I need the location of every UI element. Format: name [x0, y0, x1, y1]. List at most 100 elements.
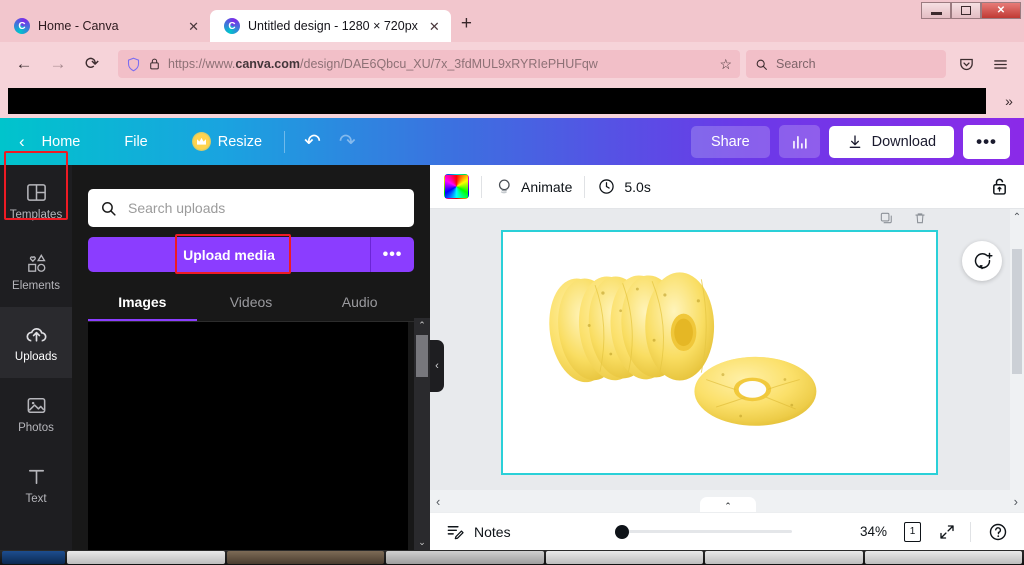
help-icon[interactable] [988, 522, 1008, 542]
toggle-page-panel-button[interactable]: ⌃ [700, 497, 756, 512]
close-icon[interactable]: ✕ [426, 20, 443, 33]
duplicate-page-icon[interactable] [879, 211, 893, 228]
browser-search-placeholder: Search [776, 57, 816, 71]
duration-button[interactable]: 5.0s [597, 177, 651, 196]
sidebar-item-photos[interactable]: Photos [0, 378, 72, 449]
browser-titlebar: C Home - Canva ✕ C Untitled design - 128… [0, 0, 1024, 42]
zoom-slider-track[interactable] [625, 530, 792, 533]
more-options-button[interactable]: ••• [963, 124, 1010, 159]
pineapple-slices-photo [549, 272, 817, 426]
animate-button[interactable]: Animate [494, 177, 572, 196]
browser-tab-1[interactable]: C Home - Canva ✕ [0, 10, 210, 42]
minimize-button[interactable] [921, 2, 951, 19]
vertical-scrollbar-thumb[interactable] [1012, 249, 1022, 374]
add-comment-icon[interactable] [962, 241, 1002, 281]
resize-button[interactable]: Resize [180, 126, 274, 157]
sidebar-item-templates[interactable]: Templates [0, 165, 72, 236]
file-menu-button[interactable]: File [112, 128, 159, 156]
upload-media-button[interactable]: Upload media [88, 237, 370, 272]
notes-icon [447, 526, 464, 540]
upload-media-row: Upload media ••• [88, 237, 414, 272]
search-uploads-input[interactable]: Search uploads [88, 189, 414, 227]
upload-more-button[interactable]: ••• [370, 237, 414, 272]
scroll-down-icon[interactable]: ⌄ [414, 535, 430, 550]
scrollbar-thumb[interactable] [416, 335, 428, 377]
taskbar-item[interactable] [705, 551, 863, 564]
taskbar-item[interactable] [864, 551, 1022, 564]
browser-tab-2-title: Untitled design - 1280 × 720px [248, 19, 418, 33]
browser-tabstrip: C Home - Canva ✕ C Untitled design - 128… [0, 8, 472, 42]
scroll-left-icon[interactable]: ‹ [436, 494, 440, 509]
bookmarks-bar: » [0, 86, 1024, 118]
uploads-scrollbar[interactable]: ⌃ ⌄ [414, 318, 430, 550]
download-arrow-icon [849, 134, 860, 148]
tab-videos[interactable]: Videos [197, 286, 306, 321]
forward-icon[interactable]: → [44, 50, 72, 78]
bar-chart-icon[interactable] [778, 125, 820, 158]
download-button[interactable]: Download [828, 125, 955, 158]
editor-statusbar: Notes 34% 1 [430, 512, 1024, 550]
pocket-icon[interactable] [952, 50, 980, 78]
canva-icon: C [224, 18, 240, 34]
browser-tab-2[interactable]: C Untitled design - 1280 × 720px ✕ [210, 10, 451, 42]
unlock-icon[interactable] [989, 176, 1010, 197]
taskbar-item[interactable] [226, 551, 384, 564]
browser-search-bar[interactable]: Search [746, 50, 946, 78]
close-button[interactable]: ✕ [981, 2, 1021, 19]
design-page[interactable] [501, 230, 938, 475]
taskbar-item[interactable] [386, 551, 544, 564]
bookmark-star-icon[interactable]: ☆ [719, 56, 732, 73]
bookmarks-overflow-icon[interactable]: » [998, 90, 1020, 112]
canvas-toolbar: Animate 5.0s [430, 165, 1024, 209]
reload-icon[interactable]: ⟳ [78, 50, 106, 78]
color-picker-icon[interactable] [444, 174, 469, 199]
text-icon [25, 464, 48, 488]
resize-label: Resize [217, 133, 263, 150]
delete-page-icon[interactable] [913, 211, 927, 228]
canvas-stage[interactable]: ⌃ ⌄ ‹ › ⌃ [430, 209, 1024, 512]
pages-icon[interactable]: 1 [904, 519, 924, 542]
browser-navbar: ← → ⟳ https://www.canva.com/design/DAE6Q… [0, 42, 1024, 86]
uploads-gallery[interactable] [88, 322, 408, 550]
zoom-slider[interactable] [615, 524, 792, 539]
taskbar-item[interactable] [545, 551, 703, 564]
sidebar-item-text[interactable]: Text [0, 449, 72, 520]
sidebar-item-uploads[interactable]: Uploads [0, 307, 72, 378]
home-button[interactable]: Home [30, 128, 93, 156]
canva-icon: C [14, 18, 30, 34]
start-button[interactable] [2, 551, 65, 564]
sidebar-label-templates: Templates [9, 209, 63, 221]
redo-icon[interactable]: ↷ [330, 125, 365, 158]
editor-area: Animate 5.0s ⌃ ‹ › ⌃ Notes 34% 1 [430, 165, 1024, 550]
share-button[interactable]: Share [690, 125, 770, 158]
crown-icon [191, 132, 211, 151]
back-icon[interactable]: ← [10, 50, 38, 78]
new-tab-button[interactable]: + [461, 14, 472, 37]
photos-icon [25, 393, 48, 417]
zoom-slider-knob[interactable] [615, 524, 629, 539]
browser-tab-1-title: Home - Canva [38, 19, 119, 33]
undo-icon[interactable]: ↶ [295, 125, 330, 158]
url-bar[interactable]: https://www.canva.com/design/DAE6Qbcu_XU… [118, 50, 740, 78]
uploads-tabs: Images Videos Audio [88, 286, 414, 322]
notes-button[interactable]: Notes [446, 522, 511, 541]
canva-header-right: Share Download ••• [690, 124, 1010, 159]
hamburger-menu-icon[interactable] [986, 50, 1014, 78]
sidebar-label-photos: Photos [18, 422, 54, 434]
scroll-up-icon[interactable]: ⌃ [1010, 209, 1024, 225]
download-label: Download [871, 133, 937, 150]
clock-icon [599, 179, 615, 194]
collapse-panel-button[interactable]: ‹ [430, 340, 444, 392]
maximize-button[interactable] [951, 2, 981, 19]
expand-icon[interactable] [938, 523, 956, 541]
scroll-up-icon[interactable]: ⌃ [414, 318, 430, 333]
tab-audio[interactable]: Audio [305, 286, 414, 321]
close-icon[interactable]: ✕ [185, 20, 202, 33]
back-chevron-icon[interactable]: ‹ [14, 128, 30, 156]
sidebar-item-elements[interactable]: Elements [0, 236, 72, 307]
scroll-right-icon[interactable]: › [1014, 494, 1018, 509]
canvas-vertical-scrollbar[interactable]: ⌃ ⌄ [1010, 209, 1024, 512]
tab-images[interactable]: Images [88, 286, 197, 321]
taskbar-item[interactable] [67, 551, 225, 564]
lock-icon [150, 58, 159, 70]
